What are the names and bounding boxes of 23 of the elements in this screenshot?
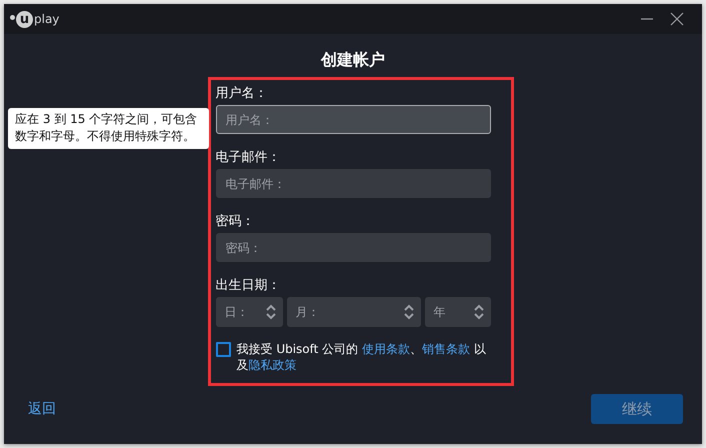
field-label: 用户名：	[216, 86, 268, 102]
field-label: 密码：	[216, 214, 256, 230]
page-title: 创建帐户	[321, 50, 385, 71]
input-field[interactable]: 密码：	[216, 233, 490, 262]
input-field[interactable]: 电子邮件：	[216, 169, 490, 198]
terms-link[interactable]: 使用条款	[362, 342, 410, 356]
uplay-logo: u play	[10, 10, 60, 28]
date-select[interactable]: 月：	[286, 297, 420, 327]
terms-link[interactable]: 销售条款	[422, 342, 470, 356]
terms-link[interactable]: 隐私政策	[248, 358, 296, 372]
input-field[interactable]: 用户名：	[216, 105, 490, 134]
tooltip: 应在 3 到 15 个字符之间，可包含数字和字母。不得使用特殊字符。	[8, 108, 209, 149]
field-label: 电子邮件：	[216, 150, 282, 166]
terms-checkbox[interactable]	[216, 342, 230, 357]
up-down-chevron-icon	[402, 303, 414, 321]
date-select[interactable]: 日：	[216, 297, 282, 327]
field-label: 出生日期：	[216, 278, 282, 294]
terms-text: 我接受 Ubisoft 公司的 使用条款、销售条款 以及隐私政策	[236, 341, 486, 373]
date-select[interactable]: 年	[424, 297, 490, 327]
up-down-chevron-icon	[264, 303, 276, 321]
up-down-chevron-icon	[472, 303, 484, 321]
back-link[interactable]: 返回	[28, 400, 56, 418]
close-icon[interactable]	[670, 12, 684, 26]
